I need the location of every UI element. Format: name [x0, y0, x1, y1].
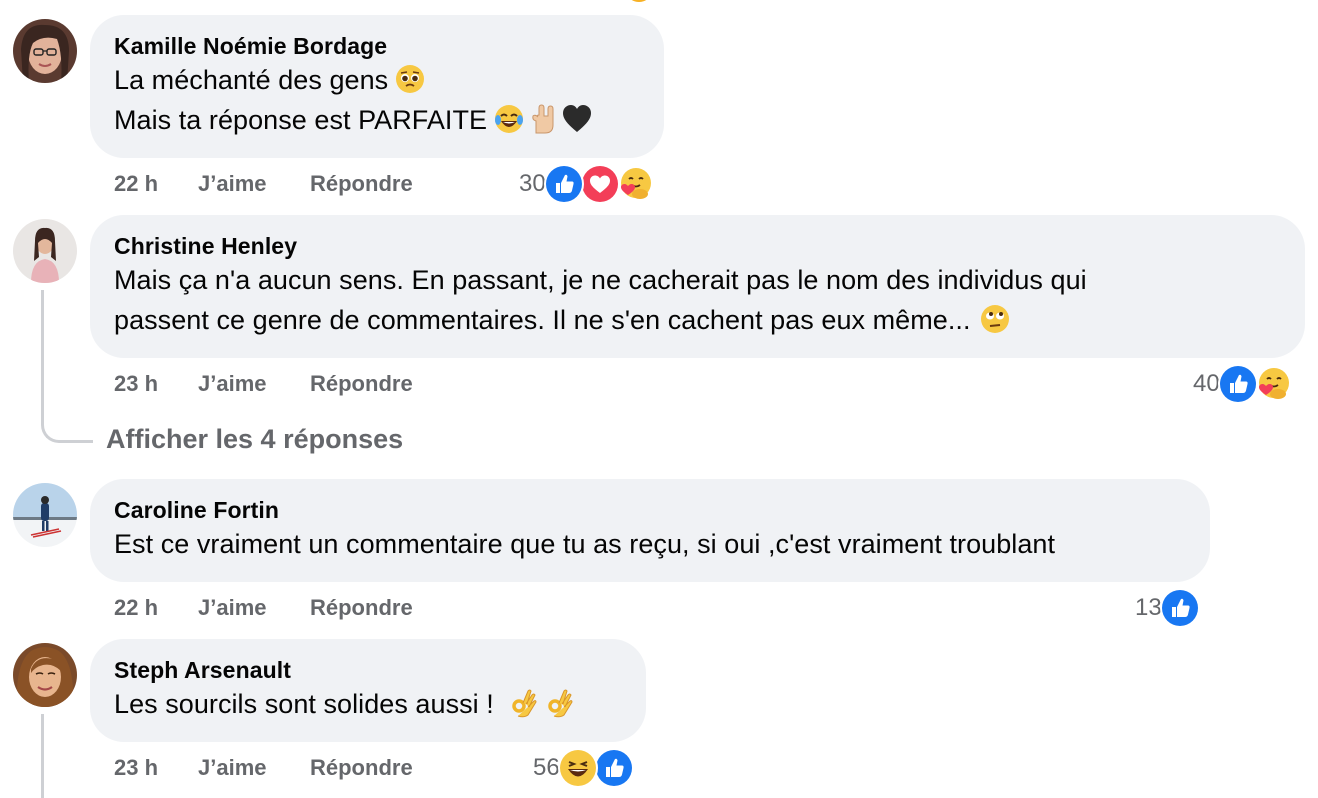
ok-hand-icon	[542, 687, 574, 719]
care-reaction-icon	[1253, 364, 1294, 404]
comment-text-line: passent ce genre de commentaires. Il ne …	[114, 300, 1280, 340]
comment-bubble: Kamille Noémie Bordage La méchanté des g…	[90, 15, 664, 158]
comment-timestamp[interactable]: 22 h	[114, 592, 198, 624]
comment-actions: 23 h J’aime Répondre	[114, 752, 413, 784]
comment-timestamp[interactable]: 23 h	[114, 752, 198, 784]
love-reaction-icon	[579, 164, 620, 204]
care-reaction-icon	[615, 164, 656, 204]
tears-of-joy-face-icon	[493, 103, 525, 135]
reply-button[interactable]: Répondre	[310, 168, 413, 200]
comment-text-line: Mais ça n'a aucun sens. En passant, je n…	[114, 265, 1087, 295]
reaction-count: 13	[1135, 594, 1162, 621]
like-reaction-icon	[543, 164, 584, 204]
like-button[interactable]: J’aime	[198, 168, 310, 200]
haha-reaction-icon	[557, 748, 598, 788]
black-heart-icon	[561, 103, 593, 135]
like-reaction-icon	[1217, 364, 1258, 404]
avatar[interactable]	[13, 219, 77, 283]
comment-author[interactable]: Kamille Noémie Bordage	[114, 32, 639, 60]
comment-timestamp[interactable]: 22 h	[114, 168, 198, 200]
reaction-count: 40	[1193, 370, 1220, 397]
thread-connector-curve	[41, 415, 93, 443]
comment-bubble: Caroline Fortin Est ce vraiment un comme…	[90, 479, 1210, 582]
reaction-summary[interactable]: 40	[1193, 364, 1294, 404]
pleading-face-icon	[394, 63, 426, 95]
like-reaction-icon	[593, 748, 634, 788]
like-button[interactable]: J’aime	[198, 752, 310, 784]
avatar[interactable]	[13, 19, 77, 83]
reaction-summary[interactable]: 13	[1135, 588, 1200, 628]
comment-bubble: Christine Henley Mais ça n'a aucun sens.…	[90, 215, 1305, 358]
comment-bubble: Steph Arsenault Les sourcils sont solide…	[90, 639, 646, 742]
view-replies-link[interactable]: Afficher les 4 réponses	[106, 421, 403, 457]
like-button[interactable]: J’aime	[198, 592, 310, 624]
comment-actions: 22 h J’aime Répondre	[114, 168, 413, 200]
comment-author[interactable]: Steph Arsenault	[114, 656, 621, 684]
comment-actions: 22 h J’aime Répondre	[114, 592, 413, 624]
avatar[interactable]	[13, 643, 77, 707]
comment-author[interactable]: Caroline Fortin	[114, 496, 1185, 524]
thread-connector	[41, 290, 44, 418]
eye-roll-face-icon	[979, 303, 1011, 335]
comment-timestamp[interactable]: 23 h	[114, 368, 198, 400]
reply-button[interactable]: Répondre	[310, 368, 413, 400]
comment-author[interactable]: Christine Henley	[114, 232, 1280, 260]
partial-reaction-icon	[628, 0, 650, 2]
reply-button[interactable]: Répondre	[310, 592, 413, 624]
comment-actions: 23 h J’aime Répondre	[114, 368, 413, 400]
thread-connector	[41, 714, 44, 798]
reaction-count: 30	[519, 170, 546, 197]
comment-text-line: Est ce vraiment un commentaire que tu as…	[114, 529, 1056, 559]
rock-on-hand-icon	[527, 103, 559, 135]
comments-section: Kamille Noémie Bordage La méchanté des g…	[0, 0, 1318, 798]
like-reaction-icon	[1159, 588, 1200, 628]
reaction-summary[interactable]: 56	[533, 748, 634, 788]
reaction-count: 56	[533, 754, 560, 781]
comment-text-line: Mais ta réponse est PARFAITE	[114, 100, 639, 140]
comment-text-line: La méchanté des gens	[114, 60, 639, 100]
reply-button[interactable]: Répondre	[310, 752, 413, 784]
comment-text-line: Les sourcils sont solides aussi !	[114, 684, 621, 724]
like-button[interactable]: J’aime	[198, 368, 310, 400]
avatar[interactable]	[13, 483, 77, 547]
reaction-summary[interactable]: 30	[519, 164, 656, 204]
ok-hand-icon	[506, 687, 538, 719]
